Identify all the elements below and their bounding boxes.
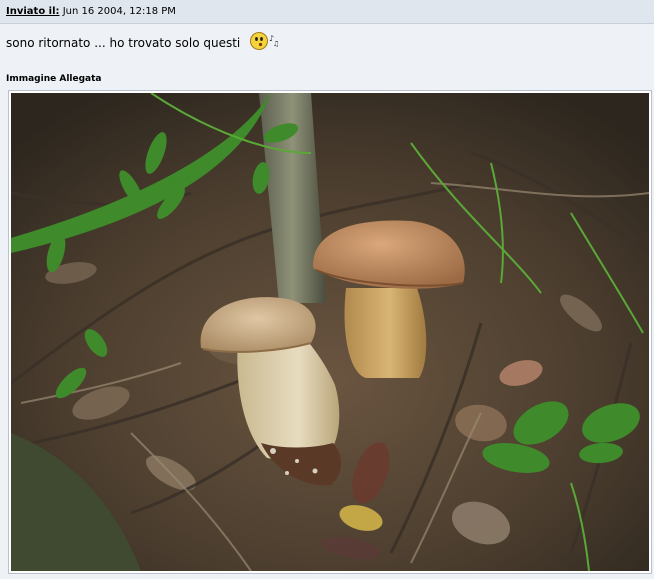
posted-label: Inviato il:: [6, 6, 60, 17]
mushrooms-photo: [11, 93, 649, 571]
posted-date: Jun 16 2004, 12:18 PM: [62, 6, 176, 17]
attached-image[interactable]: [8, 90, 652, 574]
attachment-heading: Immagine Allegata: [6, 74, 102, 84]
post-message: sono ritornato ... ho trovato solo quest…: [6, 35, 241, 50]
post-body: sono ritornato ... ho trovato solo quest…: [0, 25, 654, 69]
svg-text:♫: ♫: [273, 40, 279, 48]
post-header: Inviato il: Jun 16 2004, 12:18 PM: [0, 0, 654, 24]
whistling-smiley-icon: ♪ ♫: [250, 31, 280, 54]
